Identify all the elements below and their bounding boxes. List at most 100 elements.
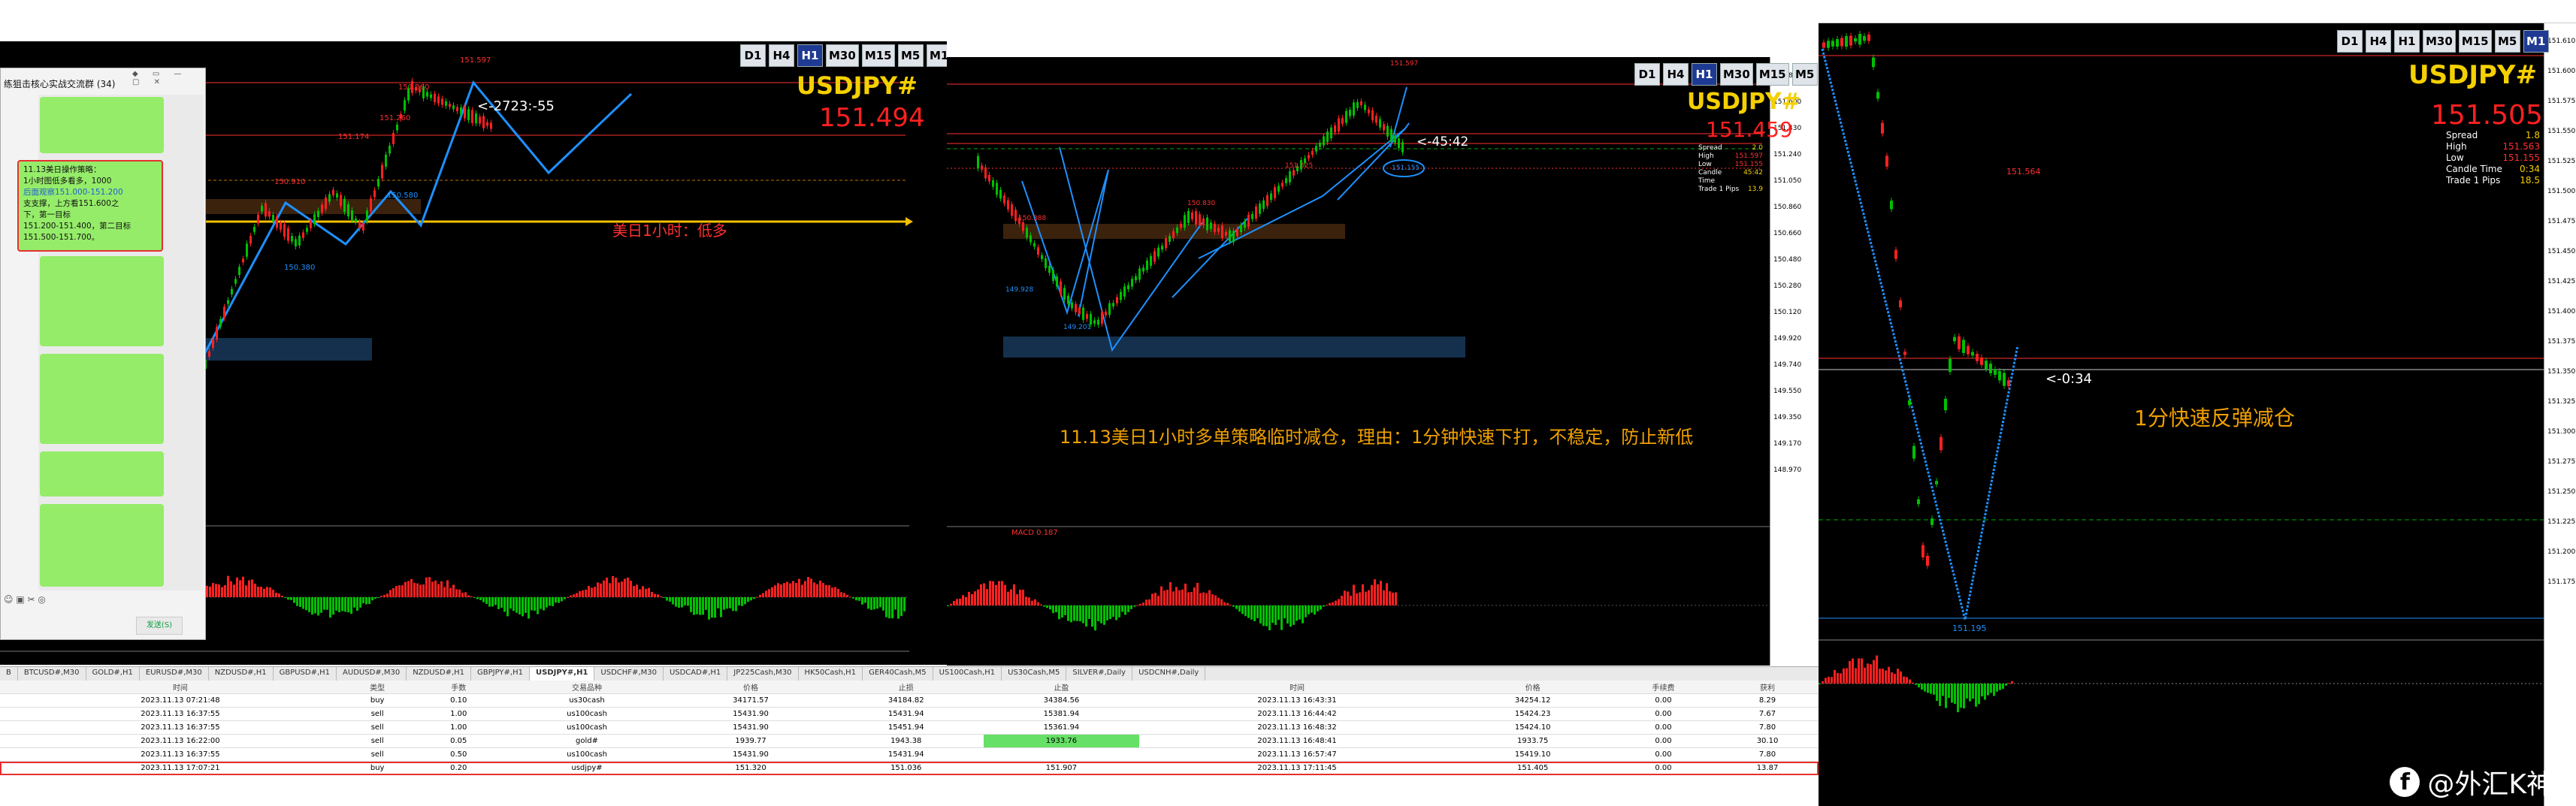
- chat-bubble-2[interactable]: 11.13美日操作策略： 1小时图低多看多，1000 后面观察151.000-1…: [17, 160, 163, 252]
- candle-body: [265, 203, 267, 217]
- macd-bar: [2005, 684, 2007, 686]
- tf-m5[interactable]: M5: [2494, 30, 2520, 53]
- candle-body: [1210, 222, 1212, 229]
- candle-body: [999, 189, 1002, 199]
- candle-body: [1921, 545, 1924, 557]
- timeframe-bar-middle[interactable]: D1 H4 H1 M30 M15 M5 M1: [1634, 63, 1819, 86]
- tf-m15[interactable]: M15: [2458, 30, 2492, 53]
- order-cell: 2023.11.13 16:37:55: [22, 747, 339, 762]
- order-cell: 15431.90: [673, 720, 829, 735]
- macd-bar: [1079, 605, 1081, 622]
- chat-window[interactable]: 练狙击核心实战交流群 (34) ◆ ▭ — ▢ ✕ 11.13美日操作策略： 1…: [0, 68, 206, 640]
- candle-body: [389, 145, 391, 154]
- order-row[interactable]: 2023.11.13 16:37:55 sell 1.00 us100cash 1543…: [0, 720, 1819, 735]
- axis-tick-label: 150.120: [1773, 309, 1802, 316]
- tf-d1[interactable]: D1: [2337, 30, 2363, 53]
- chat-line: 1小时图低多看多，1000: [23, 177, 112, 186]
- axis-tick-label: 149.920: [1773, 335, 1802, 343]
- chart-tab[interactable]: SILVER#,Daily: [1066, 667, 1133, 681]
- tf-m30[interactable]: M30: [2423, 30, 2456, 53]
- send-button[interactable]: 发送(S): [136, 617, 183, 635]
- chart-tab[interactable]: USDCAD#,H1: [664, 667, 728, 681]
- row-gutter: [0, 693, 23, 708]
- chart-tab[interactable]: NZDUSD#,H1: [407, 667, 472, 681]
- brand-icon: f: [2390, 767, 2420, 797]
- chart-tab[interactable]: JP225Cash,M30: [727, 667, 799, 681]
- tf-h1[interactable]: H1: [1692, 63, 1717, 86]
- candle-body: [1153, 251, 1156, 262]
- macd-bar: [531, 597, 533, 611]
- chart-tab[interactable]: AUDUSD#,M30: [337, 667, 407, 681]
- chat-toolbar[interactable]: ☺ ▣ ✂ ◎: [4, 594, 46, 605]
- tf-h1[interactable]: H1: [797, 44, 823, 67]
- macd-bar: [1918, 684, 1920, 688]
- macd-bar: [1311, 605, 1313, 613]
- axis-tick-label: 151.240: [1773, 151, 1802, 158]
- tf-m5[interactable]: M5: [897, 44, 924, 67]
- macd-bar: [840, 592, 842, 597]
- macd-bar: [1136, 605, 1138, 606]
- chart-tab[interactable]: USDCHF#,M30: [594, 667, 664, 681]
- macd-bar: [1927, 684, 1929, 693]
- chart-tab[interactable]: US30Cash,M5: [1002, 667, 1067, 681]
- macd-bar: [681, 597, 683, 608]
- order-row[interactable]: 2023.11.13 07:21:48 buy 0.10 us30cash 34171.…: [0, 693, 1819, 708]
- macd-bar: [576, 593, 578, 597]
- macd-bar: [1314, 605, 1316, 615]
- candle-body: [325, 197, 327, 210]
- chart-tab[interactable]: GER40Cash,M5: [863, 667, 933, 681]
- tf-m30[interactable]: M30: [826, 44, 859, 67]
- timeframe-bar-left[interactable]: D1 H4 H1 M30 M15 M5 M1: [740, 44, 947, 67]
- tf-d1[interactable]: D1: [1634, 63, 1660, 86]
- macd-bar: [1202, 592, 1205, 605]
- chart-tab[interactable]: GOLD#,H1: [86, 667, 140, 681]
- candle-body: [1326, 131, 1329, 143]
- macd-bar: [1867, 663, 1869, 684]
- order-row[interactable]: 2023.11.13 16:22:00 sell 0.05 gold# 1939.77 1…: [0, 734, 1819, 748]
- tf-h4[interactable]: H4: [2366, 30, 2391, 53]
- candle-body: [1967, 346, 1970, 355]
- chart-tab[interactable]: GBPJPY#,H1: [471, 667, 530, 681]
- chart-tab[interactable]: BTCUSD#,M30: [18, 667, 86, 681]
- tf-h1[interactable]: H1: [2394, 30, 2420, 53]
- chart-tabs[interactable]: B BTCUSD#,M30 GOLD#,H1 EURUSD#,M30 NZDUSD#,H…: [0, 666, 1819, 681]
- chart-tab[interactable]: NZDUSD#,H1: [209, 667, 274, 681]
- tf-m15[interactable]: M15: [1755, 63, 1789, 86]
- chart-tab[interactable]: B: [0, 667, 18, 681]
- chart-tab[interactable]: GBPUSD#,H1: [274, 667, 337, 681]
- tf-m1[interactable]: M1: [2523, 30, 2549, 53]
- candle-body: [1041, 255, 1043, 259]
- macd-bar: [783, 583, 785, 597]
- chart-right[interactable]: 151.610 151.600 151.575 151.550 151.525 151.5…: [1819, 23, 2576, 806]
- candle-body: [321, 204, 323, 213]
- window-controls[interactable]: ◆ ▭ — ▢ ✕: [132, 70, 205, 86]
- tf-m30[interactable]: M30: [1720, 63, 1753, 86]
- chart-middle-canvas: [947, 83, 1770, 631]
- tf-m1[interactable]: M1: [926, 44, 947, 67]
- chart-tab[interactable]: USDCNH#,Daily: [1132, 667, 1206, 681]
- tf-h4[interactable]: H4: [1663, 63, 1689, 86]
- chat-bubble-5: [40, 451, 164, 497]
- macd-bar: [879, 597, 881, 608]
- chart-middle[interactable]: 151.830151.600151.430151.240151.050150.8…: [947, 57, 1819, 666]
- order-row[interactable]: 2023.11.13 16:37:55 sell 1.00 us100cash 1543…: [0, 707, 1819, 721]
- candle-body: [1232, 231, 1235, 243]
- macd-bar: [1286, 605, 1289, 624]
- chat-line: 11.13美日操作策略：: [23, 165, 101, 174]
- chart-tab[interactable]: US100Cash,H1: [933, 667, 1002, 681]
- tf-d1[interactable]: D1: [740, 44, 766, 67]
- tf-m15[interactable]: M15: [861, 44, 895, 67]
- tf-h4[interactable]: H4: [769, 44, 794, 67]
- timeframe-bar-right[interactable]: D1 H4 H1 M30 M15 M5 M1: [2337, 30, 2549, 53]
- order-cell: 2023.11.13 07:21:48: [22, 693, 339, 708]
- chart-tab[interactable]: USDJPY#,H1: [529, 667, 595, 681]
- macd-bar: [1380, 581, 1382, 605]
- tf-m5[interactable]: M5: [1791, 63, 1818, 86]
- order-cell: 0.05: [416, 734, 501, 748]
- chart-tab[interactable]: HK50Cash,H1: [799, 667, 863, 681]
- chart-tab[interactable]: EURUSD#,M30: [140, 667, 209, 681]
- macd-bar: [1088, 605, 1090, 619]
- order-row[interactable]: 2023.11.13 17:07:21 buy 0.20 usdjpy# 151.320…: [0, 761, 1819, 775]
- order-row[interactable]: 2023.11.13 16:37:55 sell 0.50 us100cash 1543…: [0, 747, 1819, 762]
- order-history-table[interactable]: 时间 类型 手数 交易品种 价格 止损 止盈 时间 价格 手续费 获利 2023.11.13 07:…: [0, 681, 1819, 775]
